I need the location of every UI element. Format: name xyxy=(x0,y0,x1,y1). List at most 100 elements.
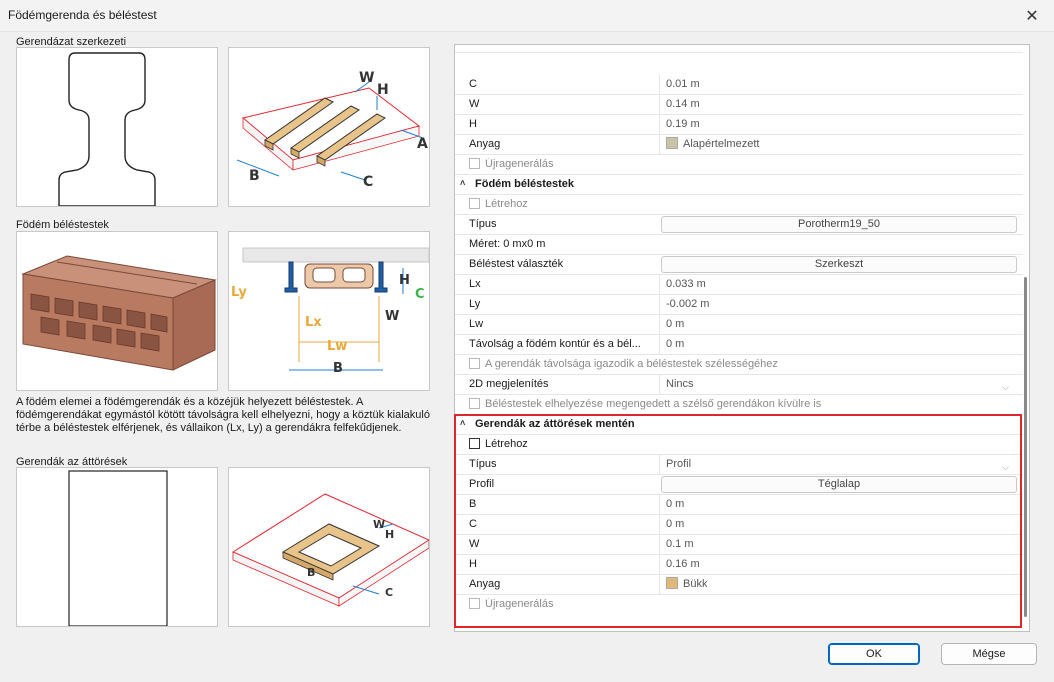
display2d-dropdown[interactable]: Nincs ⌵ xyxy=(659,375,1019,394)
allow-outside-label: Béléstestek elhelyezése megengedett a sz… xyxy=(485,398,822,410)
prop-row-infill-select[interactable]: Béléstest választék Szerkeszt xyxy=(455,255,1023,275)
regenerate-checkbox-1[interactable]: Újragenerálás xyxy=(469,158,1009,170)
diagram-label-a: A xyxy=(417,136,428,152)
prop-value[interactable]: 0.1 m xyxy=(659,535,1019,554)
prop-row-h[interactable]: H 0.19 m xyxy=(455,115,1023,135)
prop-label: Ly xyxy=(469,298,481,310)
material-value[interactable]: Alapértelmezett xyxy=(659,135,1019,154)
prop-value[interactable]: 0 m xyxy=(659,495,1019,514)
ok-button[interactable]: OK xyxy=(828,643,920,665)
prop-row-lx[interactable]: Lx 0.033 m xyxy=(455,275,1023,295)
diagram-label-c: C xyxy=(363,174,373,190)
prop-row-w[interactable]: W 0.14 m xyxy=(455,95,1023,115)
profile-button[interactable]: Téglalap xyxy=(661,476,1017,493)
opening-profile-image xyxy=(16,467,218,627)
regenerate-row-1[interactable]: Újragenerálás xyxy=(455,155,1023,175)
prop-value[interactable]: -0.002 m xyxy=(659,295,1019,314)
diagram-label-w: W xyxy=(359,70,374,86)
diagram-label-w2: W xyxy=(385,309,399,324)
prop-row-c2[interactable]: C 0 m xyxy=(455,515,1023,535)
size-row: Méret: 0 mx0 m xyxy=(455,235,1023,255)
prop-value[interactable]: 0 m xyxy=(659,335,1019,354)
open-type-value: Profil xyxy=(666,458,692,470)
prop-label: Anyag xyxy=(469,578,501,590)
regenerate-checkbox-2[interactable]: Újragenerálás xyxy=(469,598,1009,610)
prop-row-material2[interactable]: Anyag Bükk xyxy=(455,575,1023,595)
adjust-spacing-label: A gerendák távolsága igazodik a béléstes… xyxy=(485,358,778,370)
create-row-1[interactable]: Létrehoz xyxy=(455,195,1023,215)
prop-label: C xyxy=(469,518,477,530)
prop-row-ly[interactable]: Ly -0.002 m xyxy=(455,295,1023,315)
create-label-2: Létrehoz xyxy=(485,438,528,450)
prop-row-open-type[interactable]: Típus Profil ⌵ xyxy=(455,455,1023,475)
create-checkbox-2[interactable]: Létrehoz xyxy=(469,438,1009,450)
prop-value[interactable]: 0.14 m xyxy=(659,95,1019,114)
prop-row-w2[interactable]: W 0.1 m xyxy=(455,535,1023,555)
allow-outside-checkbox[interactable]: Béléstestek elhelyezése megengedett a sz… xyxy=(469,398,1009,410)
prop-value[interactable]: 0.01 m xyxy=(659,75,1019,94)
prop-row-lw[interactable]: Lw 0 m xyxy=(455,315,1023,335)
grid-top-spacer xyxy=(455,45,1023,53)
property-grid[interactable]: C 0.01 m W 0.14 m H 0.19 m Anyag Alapért… xyxy=(454,44,1030,632)
create-label-1: Létrehoz xyxy=(485,198,528,210)
prop-row-type[interactable]: Típus Porotherm19_50 xyxy=(455,215,1023,235)
cancel-button[interactable]: Mégse xyxy=(941,643,1037,665)
material-value-2[interactable]: Bükk xyxy=(659,575,1019,594)
prop-label: Típus xyxy=(469,458,497,470)
prop-value[interactable]: 0 m xyxy=(659,315,1019,334)
collapse-chevron-icon[interactable]: ˄ xyxy=(460,418,465,428)
prop-label: H xyxy=(469,558,477,570)
prop-label: Típus xyxy=(469,218,497,230)
regenerate-label-1: Újragenerálás xyxy=(485,158,554,170)
adjust-spacing-row[interactable]: A gerendák távolsága igazodik a béléstes… xyxy=(455,355,1023,375)
prop-value[interactable]: 0 m xyxy=(659,515,1019,534)
checkbox-icon[interactable] xyxy=(469,398,480,409)
opening-frame-diagram: W H B C xyxy=(228,467,430,627)
checkbox-icon[interactable] xyxy=(469,598,480,609)
allow-outside-row[interactable]: Béléstestek elhelyezése megengedett a sz… xyxy=(455,395,1023,415)
prop-row-profile[interactable]: Profil Téglalap xyxy=(455,475,1023,495)
diagram-label-c2: C xyxy=(415,287,425,302)
material-swatch xyxy=(666,577,678,590)
close-icon[interactable]: ✕ xyxy=(1020,4,1044,28)
material-name-2: Bükk xyxy=(683,578,708,590)
window-title: Födémgerenda és béléstest xyxy=(8,8,157,22)
vertical-scrollbar[interactable] xyxy=(1024,277,1027,617)
create-checkbox-1[interactable]: Létrehoz xyxy=(469,198,1009,210)
open-type-dropdown[interactable]: Profil ⌵ xyxy=(659,455,1019,474)
prop-value[interactable]: 0.19 m xyxy=(659,115,1019,134)
prop-value[interactable]: 0.033 m xyxy=(659,275,1019,294)
prop-row-c[interactable]: C 0.01 m xyxy=(455,75,1023,95)
category-infill-label: Födém béléstestek xyxy=(475,178,575,190)
prop-row-b[interactable]: B 0 m xyxy=(455,495,1023,515)
diagram-label-lx: Lx xyxy=(305,315,322,330)
collapse-chevron-icon[interactable]: ˄ xyxy=(460,178,465,188)
prop-label: Profil xyxy=(469,478,495,490)
checkbox-icon[interactable] xyxy=(469,438,480,449)
diagram-label-ly: Ly xyxy=(231,285,247,300)
prop-label: W xyxy=(469,98,480,110)
prop-label: C xyxy=(469,78,477,90)
prop-value[interactable]: 0.16 m xyxy=(659,555,1019,574)
prop-label: Lx xyxy=(469,278,481,290)
category-openings[interactable]: ˄ Gerendák az áttörések mentén xyxy=(455,415,1023,435)
prop-row-material[interactable]: Anyag Alapértelmezett xyxy=(455,135,1023,155)
diagram-label-h3: H xyxy=(385,528,394,541)
prop-row-2d-display[interactable]: 2D megjelenítés Nincs ⌵ xyxy=(455,375,1023,395)
adjust-spacing-checkbox[interactable]: A gerendák távolsága igazodik a béléstes… xyxy=(469,358,1009,370)
checkbox-icon[interactable] xyxy=(469,158,480,169)
prop-label: B xyxy=(469,498,477,510)
prop-label: 2D megjelenítés xyxy=(469,378,549,390)
prop-label: Lw xyxy=(469,318,484,330)
material-swatch xyxy=(666,137,678,150)
diagram-label-b3: B xyxy=(307,566,315,579)
create-row-2[interactable]: Létrehoz xyxy=(455,435,1023,455)
regenerate-row-2[interactable]: Újragenerálás xyxy=(455,595,1023,615)
checkbox-icon[interactable] xyxy=(469,358,480,369)
category-infill[interactable]: ˄ Födém béléstestek xyxy=(455,175,1023,195)
prop-row-h2[interactable]: H 0.16 m xyxy=(455,555,1023,575)
prop-row-distance[interactable]: Távolság a födém kontúr és a bél... 0 m xyxy=(455,335,1023,355)
checkbox-icon[interactable] xyxy=(469,198,480,209)
infill-type-button[interactable]: Porotherm19_50 xyxy=(661,216,1017,233)
edit-infill-button[interactable]: Szerkeszt xyxy=(661,256,1017,273)
